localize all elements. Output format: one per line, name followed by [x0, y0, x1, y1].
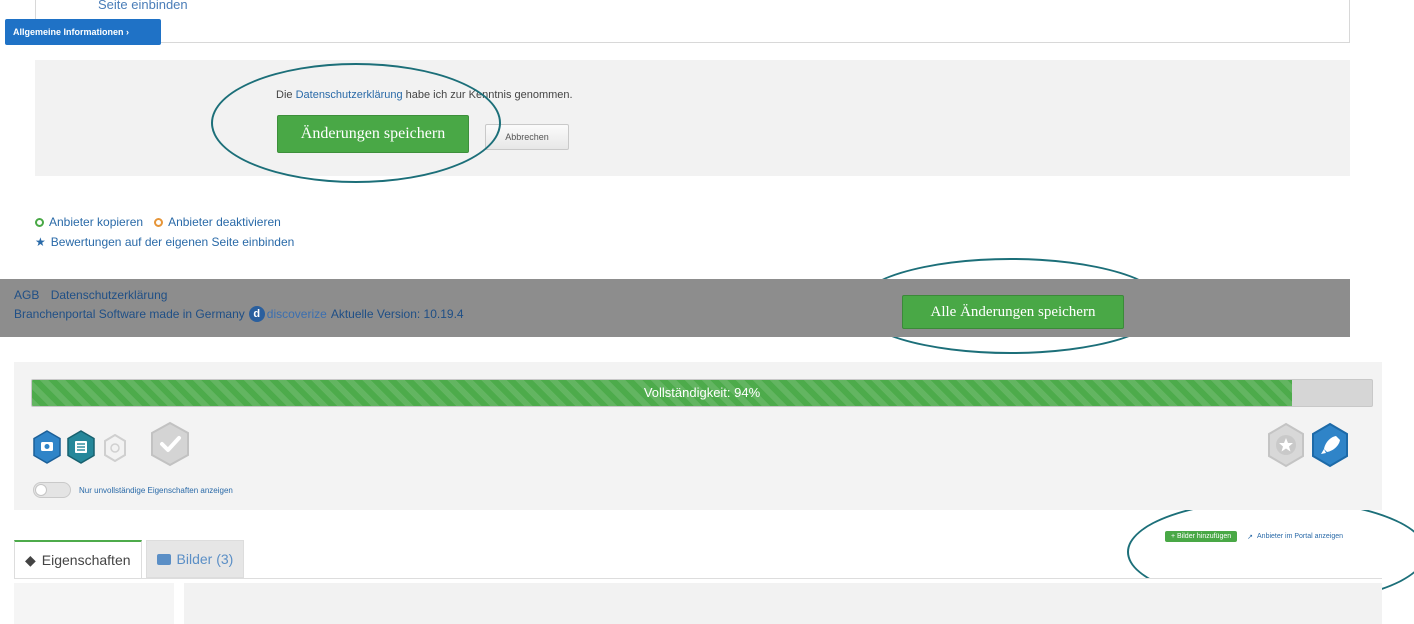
tab-images-label: Bilder (3): [176, 551, 234, 567]
reviews-row: ★ Bewertungen auf der eigenen Seite einb…: [35, 232, 294, 252]
footer-credits: Branchenportal Software made in Germany …: [14, 306, 464, 322]
save-changes-button[interactable]: Änderungen speichern: [277, 115, 469, 153]
general-info-label: Allgemeine Informationen: [13, 27, 124, 37]
add-images-button[interactable]: + Bilder hinzufügen: [1165, 531, 1238, 542]
view-in-portal-link[interactable]: ↗ Anbieter im Portal anzeigen: [1247, 533, 1343, 541]
section-sidebar: [14, 583, 174, 624]
tab-properties-label: Eigenschaften: [41, 552, 131, 568]
embed-page-link[interactable]: Seite einbinden: [98, 0, 188, 12]
chevron-right-icon: ›: [126, 27, 130, 37]
privacy-prefix: Die: [276, 89, 293, 101]
info-badge-icon[interactable]: [103, 434, 127, 462]
agb-link[interactable]: AGB: [14, 288, 39, 302]
tab-images[interactable]: Bilder (3): [145, 540, 245, 578]
copy-icon: [35, 217, 44, 227]
progress-label: Vollständigkeit: 94%: [643, 385, 761, 400]
tag-icon: ◆: [25, 551, 36, 568]
made-in-text: Branchenportal Software made in Germany: [14, 307, 245, 321]
tab-properties[interactable]: ◆ Eigenschaften: [14, 540, 142, 578]
general-info-button[interactable]: Allgemeine Informationen ›: [5, 19, 161, 45]
copy-provider-link[interactable]: Anbieter kopieren: [49, 215, 143, 229]
camera-badge-icon[interactable]: [32, 430, 62, 464]
completeness-panel: Vollständigkeit: 94% Nur unvollständige …: [14, 362, 1382, 510]
view-in-portal-label: Anbieter im Portal anzeigen: [1257, 533, 1344, 540]
provider-actions-row: Anbieter kopieren Anbieter deaktivieren: [35, 212, 294, 232]
external-link-icon: ↗: [1247, 533, 1254, 541]
incomplete-toggle-row: Nur unvollständige Eigenschaften anzeige…: [33, 482, 233, 498]
tab-content: [14, 578, 1382, 624]
discoverize-icon: d: [248, 306, 265, 322]
footer-privacy-link[interactable]: Datenschutzerklärung: [51, 288, 168, 302]
deactivate-icon: [154, 217, 164, 227]
provider-actions: Anbieter kopieren Anbieter deaktivieren …: [35, 212, 294, 252]
save-panel: Die Datenschutzerklärung habe ich zur Ke…: [35, 60, 1350, 176]
discoverize-text: discoverize: [266, 307, 327, 321]
privacy-suffix: habe ich zur Kenntnis genommen.: [405, 89, 573, 101]
document-badge-icon[interactable]: [66, 430, 96, 464]
discoverize-logo[interactable]: d discoverize: [248, 306, 327, 322]
save-all-button[interactable]: Alle Änderungen speichern: [902, 295, 1124, 329]
completeness-progress-bar: Vollständigkeit: 94%: [31, 379, 1373, 407]
privacy-policy-link[interactable]: Datenschutzerklärung: [296, 89, 403, 101]
listing-toolbar: + Bilder hinzufügen ↗ Anbieter im Portal…: [1165, 531, 1343, 542]
footer-bar: AGB Datenschutzerklärung Branchenportal …: [0, 279, 1350, 337]
embed-reviews-link[interactable]: Bewertungen auf der eigenen Seite einbin…: [51, 235, 295, 249]
cancel-button[interactable]: Abbrechen: [485, 124, 569, 150]
check-badge-icon[interactable]: [149, 421, 191, 467]
toggle-knob: [35, 484, 47, 496]
footer-links: AGB Datenschutzerklärung: [14, 288, 175, 302]
toggle-label: Nur unvollständige Eigenschaften anzeige…: [79, 485, 233, 495]
top-card: Seite einbinden: [35, 0, 1350, 43]
deactivate-provider-link[interactable]: Anbieter deaktivieren: [168, 215, 281, 229]
incomplete-only-toggle[interactable]: [33, 482, 71, 498]
rocket-badge-icon[interactable]: [1310, 422, 1350, 468]
privacy-notice: Die Datenschutzerklärung habe ich zur Ke…: [276, 89, 573, 101]
section-content: [184, 583, 1382, 624]
camera-icon: [156, 553, 171, 565]
tab-bar: ◆ Eigenschaften Bilder (3): [14, 540, 245, 578]
star-icon: ★: [35, 235, 46, 249]
version-text: Aktuelle Version: 10.19.4: [330, 307, 464, 321]
star-badge-icon[interactable]: [1266, 422, 1306, 468]
